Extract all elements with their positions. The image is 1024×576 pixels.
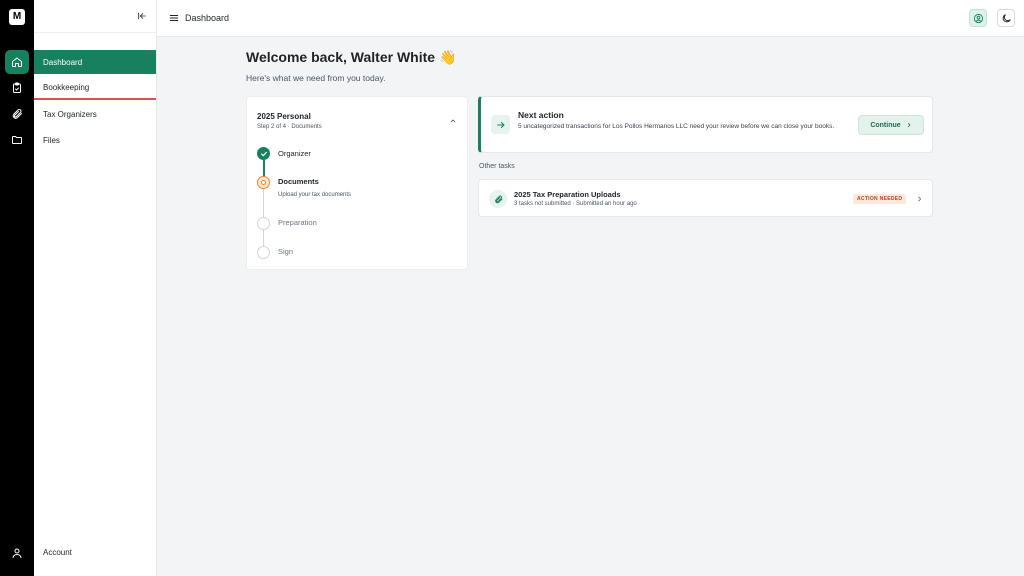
task-title: 2025 Tax Preparation Uploads (514, 190, 621, 199)
rail-account-button[interactable] (5, 541, 29, 565)
other-tasks-heading: Other tasks (479, 163, 515, 170)
sidebar-item-account[interactable]: Account (43, 548, 72, 557)
step-todo-indicator (257, 246, 270, 259)
check-icon (260, 151, 267, 156)
rail-folder-button[interactable] (5, 128, 29, 152)
rail-clipboard-button[interactable] (5, 76, 29, 100)
arrow-right-icon (496, 121, 504, 128)
step-label: Preparation (278, 218, 317, 227)
sidebar-top (34, 0, 156, 33)
next-action-card: Next action 5 uncategorized transactions… (478, 96, 933, 153)
hamburger-menu-icon[interactable] (169, 13, 179, 23)
sidebar-item-files[interactable]: Files (34, 128, 156, 152)
collapse-left-icon (138, 12, 146, 20)
progress-title: 2025 Personal (257, 112, 311, 121)
sidebar-item-bookkeeping[interactable]: Bookkeeping (34, 76, 156, 100)
task-item[interactable]: 2025 Tax Preparation Uploads 3 tasks not… (478, 179, 933, 217)
continue-button-label: Continue (870, 121, 901, 129)
task-subtitle: 3 tasks not submitted · Submitted an hou… (514, 201, 637, 207)
collapse-sidebar-button[interactable] (136, 10, 148, 22)
sidebar-item-dashboard[interactable]: Dashboard (34, 50, 156, 74)
sidebar-item-tax-organizers[interactable]: Tax Organizers (34, 102, 156, 126)
top-header: Dashboard (157, 0, 1024, 37)
continue-button[interactable]: Continue (858, 115, 924, 135)
step-connector (263, 189, 264, 217)
sidebar: Dashboard Bookkeeping Tax Organizers Fil… (34, 0, 157, 576)
chevron-right-icon (907, 122, 911, 128)
progress-card: 2025 Personal Step 2 of 4 · Documents Or… (246, 96, 468, 270)
step-description: Upload your tax documents (278, 192, 352, 198)
step-label: Organizer (278, 149, 311, 158)
logo-text: M (12, 11, 22, 22)
progress-subtitle: Step 2 of 4 · Documents (257, 124, 322, 130)
welcome-subtitle: Here's what we need from you today. (246, 73, 386, 83)
person-icon (12, 548, 22, 558)
welcome-heading: Welcome back, Walter White 👋 (246, 49, 457, 65)
icon-rail: M (0, 0, 34, 576)
task-icon-box (489, 190, 507, 208)
rail-paperclip-button[interactable] (5, 102, 29, 126)
step-label: Sign (278, 247, 294, 256)
clipboard-icon (13, 82, 21, 93)
moon-icon (1002, 13, 1011, 22)
status-badge: ACTION NEEDED (853, 194, 907, 204)
rail-home-button[interactable] (5, 50, 29, 74)
theme-toggle-button[interactable] (997, 9, 1015, 27)
next-action-title: Next action (518, 110, 564, 120)
folder-icon (12, 136, 22, 144)
chevron-up-icon[interactable] (449, 117, 457, 125)
user-profile-button[interactable] (969, 9, 987, 27)
step-done-indicator (257, 147, 270, 160)
step-label: Documents (278, 177, 319, 186)
step-current-indicator (257, 176, 270, 189)
next-action-description: 5 uncategorized transactions for Los Pol… (518, 123, 835, 130)
sidebar-item-label: Files (43, 135, 60, 145)
step-todo-indicator (257, 217, 270, 230)
paperclip-icon (12, 109, 22, 119)
step-connector (263, 229, 264, 246)
page-title: Dashboard (185, 13, 230, 23)
home-icon (12, 57, 22, 67)
sidebar-item-label: Dashboard (43, 57, 83, 67)
sidebar-item-label: Tax Organizers (43, 109, 97, 119)
user-circle-icon (973, 13, 983, 23)
next-action-icon-box (491, 115, 510, 134)
logo-icon[interactable]: M (9, 9, 25, 25)
chevron-right-icon[interactable] (916, 195, 923, 203)
paperclip-icon (494, 195, 502, 203)
sidebar-item-label: Bookkeeping (43, 82, 90, 92)
